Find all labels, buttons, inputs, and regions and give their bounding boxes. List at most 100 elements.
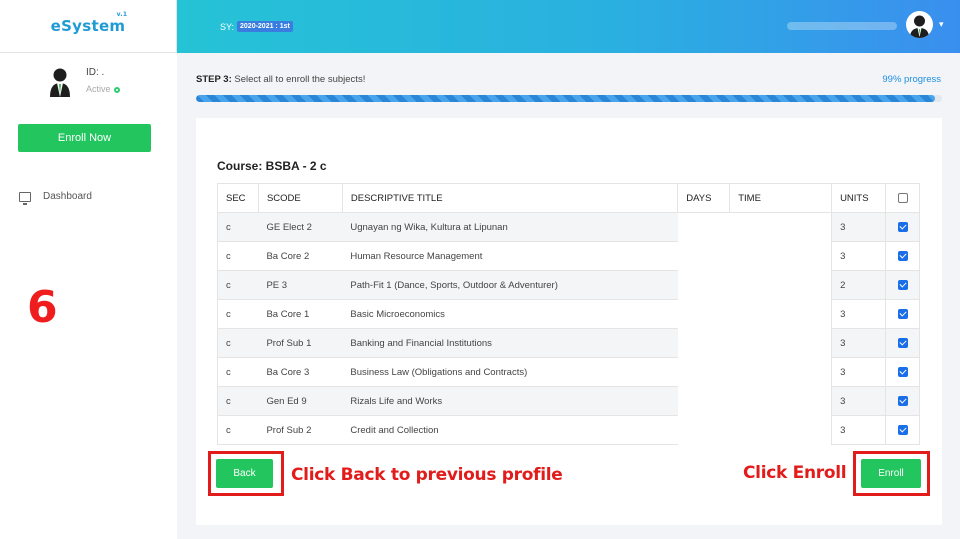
column-header: DAYS	[677, 183, 731, 213]
cell-units: 3	[831, 415, 886, 445]
back-annotation: Click Back to previous profile	[291, 465, 563, 485]
sy-label: SY:	[220, 21, 235, 32]
enroll-now-button[interactable]: Enroll Now	[18, 124, 151, 152]
subjects-table: SEC SCODE DESCRIPTIVE TITLE DAYS TIME UN…	[217, 183, 920, 445]
table-row: c GE Elect 2 Ugnayan ng Wika, Kultura at…	[217, 212, 920, 242]
user-avatar-icon	[49, 67, 71, 102]
app-logo[interactable]: eSystem v.1	[50, 11, 127, 35]
logo-area: eSystem v.1	[0, 0, 177, 53]
row-checkbox[interactable]	[885, 357, 920, 387]
cell-sec: c	[217, 212, 259, 242]
cell-title: Business Law (Obligations and Contracts)	[342, 357, 678, 387]
table-row: c Gen Ed 9 Rizals Life and Works 3	[217, 386, 920, 416]
back-button[interactable]: Back	[216, 459, 273, 488]
row-checkbox[interactable]	[885, 270, 920, 300]
cell-days	[677, 386, 730, 416]
checkbox-checked-icon	[897, 424, 908, 435]
checkbox-checked-icon	[897, 395, 908, 406]
cell-units: 3	[831, 386, 886, 416]
progress-label: 99% progress	[882, 74, 941, 85]
table-row: c Ba Core 3 Business Law (Obligations an…	[217, 357, 920, 387]
cell-sec: c	[217, 386, 259, 416]
cell-scode: GE Elect 2	[258, 212, 343, 242]
cell-title: Basic Microeconomics	[342, 299, 678, 329]
cell-time	[729, 386, 832, 416]
cell-time	[729, 299, 832, 329]
school-year: SY: 2020-2021 : 1st	[220, 21, 293, 32]
user-id: ID: .	[86, 67, 105, 78]
table-row: c Prof Sub 2 Credit and Collection 3	[217, 415, 920, 445]
cell-scode: Prof Sub 2	[258, 415, 343, 445]
cell-time	[729, 415, 832, 445]
cell-sec: c	[217, 415, 259, 445]
table-header-row: SEC SCODE DESCRIPTIVE TITLE DAYS TIME UN…	[217, 183, 920, 213]
status-text: Active	[86, 84, 111, 94]
sidebar-item-dashboard[interactable]: Dashboard	[19, 191, 92, 205]
cell-time	[729, 328, 832, 358]
cell-scode: Ba Core 2	[258, 241, 343, 271]
column-header: UNITS	[831, 183, 887, 213]
cell-units: 3	[831, 299, 886, 329]
cell-scode: Gen Ed 9	[258, 386, 343, 416]
table-row: c Ba Core 2 Human Resource Management 3	[217, 241, 920, 271]
cell-units: 3	[831, 328, 886, 358]
row-checkbox[interactable]	[885, 241, 920, 271]
row-checkbox[interactable]	[885, 386, 920, 416]
cell-days	[677, 299, 730, 329]
cell-time	[729, 241, 832, 271]
cell-time	[729, 270, 832, 300]
cell-scode: Ba Core 1	[258, 299, 343, 329]
table-row: c Ba Core 1 Basic Microeconomics 3	[217, 299, 920, 329]
cell-title: Path-Fit 1 (Dance, Sports, Outdoor & Adv…	[342, 270, 678, 300]
user-status: Active	[86, 84, 120, 94]
sidebar-item-label: Dashboard	[43, 191, 92, 202]
row-checkbox[interactable]	[885, 415, 920, 445]
logo-text: eSystem	[50, 17, 126, 35]
column-header: DESCRIPTIVE TITLE	[341, 183, 679, 213]
cell-days	[677, 270, 730, 300]
tutorial-step-number: 6	[27, 282, 58, 333]
cell-days	[677, 357, 730, 387]
cell-units: 3	[831, 357, 886, 387]
cell-time	[729, 357, 832, 387]
step-label: STEP 3:	[196, 74, 232, 85]
profile-avatar-icon[interactable]	[906, 11, 933, 38]
column-header: SCODE	[257, 183, 343, 213]
cell-title: Credit and Collection	[342, 415, 678, 445]
checkbox-checked-icon	[897, 308, 908, 319]
status-dot-icon	[113, 86, 120, 93]
chevron-down-icon[interactable]: ▾	[939, 19, 944, 30]
blurred-user-name	[787, 22, 897, 30]
cell-sec: c	[217, 241, 259, 271]
cell-scode: Ba Core 3	[258, 357, 343, 387]
step-description: Select all to enroll the subjects!	[231, 74, 366, 85]
checkbox-checked-icon	[897, 337, 908, 348]
table-row: c Prof Sub 1 Banking and Financial Insti…	[217, 328, 920, 358]
logo-version: v.1	[116, 11, 128, 18]
row-checkbox[interactable]	[885, 328, 920, 358]
row-checkbox[interactable]	[885, 212, 920, 242]
progress-fill	[196, 95, 935, 102]
cell-sec: c	[217, 357, 259, 387]
top-header: SY: 2020-2021 : 1st ▾	[177, 0, 960, 53]
cell-sec: c	[217, 299, 259, 329]
cell-title: Human Resource Management	[342, 241, 678, 271]
cell-title: Ugnayan ng Wika, Kultura at Lipunan	[342, 212, 678, 242]
cell-days	[677, 212, 730, 242]
enroll-button[interactable]: Enroll	[861, 459, 921, 488]
cell-scode: Prof Sub 1	[258, 328, 343, 358]
cell-units: 2	[831, 270, 886, 300]
select-all-checkbox[interactable]	[885, 183, 920, 213]
step-instruction: STEP 3: Select all to enroll the subject…	[196, 74, 365, 85]
checkbox-checked-icon	[897, 366, 908, 377]
checkbox-checked-icon	[897, 250, 908, 261]
cell-days	[677, 241, 730, 271]
enroll-annotation: Click Enroll	[743, 463, 847, 483]
course-title: Course: BSBA - 2 c	[217, 159, 327, 173]
cell-units: 3	[831, 212, 886, 242]
cell-scode: PE 3	[258, 270, 343, 300]
column-header: SEC	[217, 183, 259, 213]
row-checkbox[interactable]	[885, 299, 920, 329]
sy-badge: 2020-2021 : 1st	[237, 21, 293, 32]
cell-time	[729, 212, 832, 242]
